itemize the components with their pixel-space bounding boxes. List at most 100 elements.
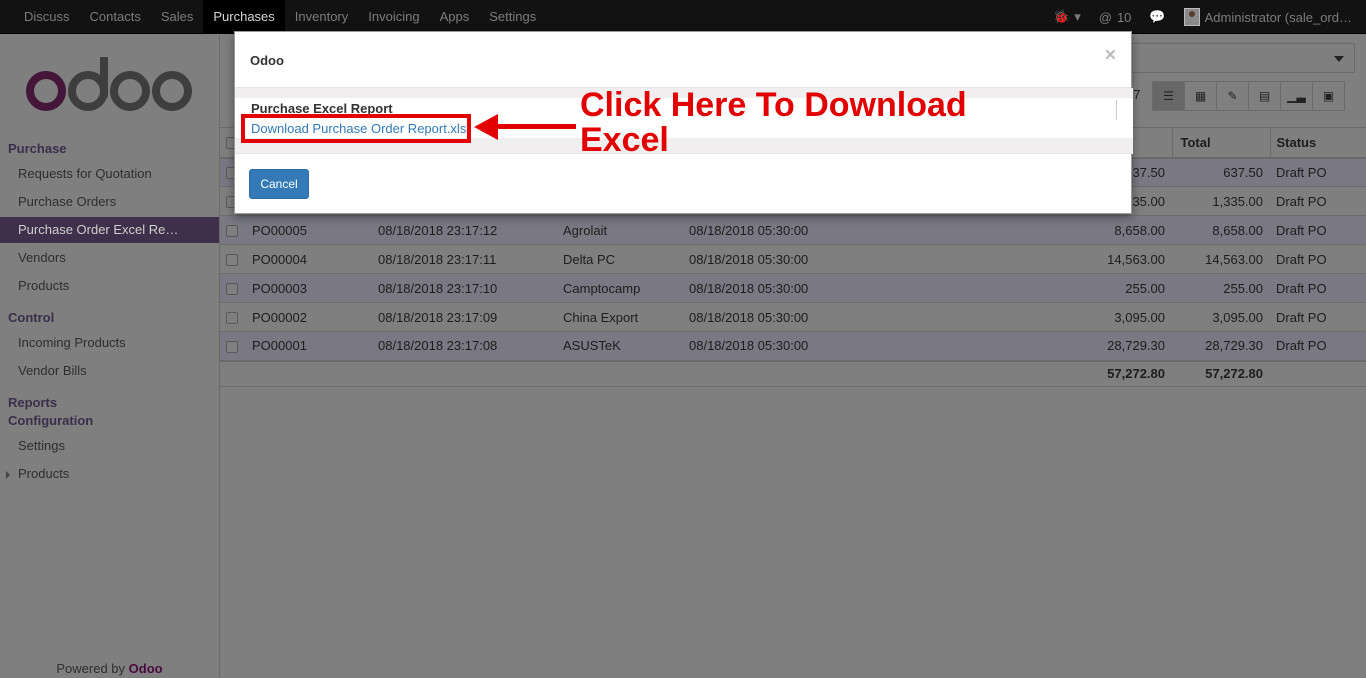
mentions-button[interactable]: @ 10 — [1099, 10, 1132, 25]
row-checkbox[interactable] — [226, 225, 238, 238]
powered-by: Powered by Odoo — [0, 661, 219, 676]
menu-apps[interactable]: Apps — [430, 0, 480, 34]
divider — [1116, 100, 1117, 120]
powered-by-text: Powered by — [56, 661, 129, 676]
table-footer-row: 57,272.80 57,272.80 — [220, 359, 1366, 387]
row-checkbox[interactable] — [226, 312, 238, 325]
table-row[interactable]: PO00001 08/18/2018 23:17:08 ASUSTeK 08/18/2… — [220, 331, 1366, 361]
top-menu: Discuss Contacts Sales Purchases Invento… — [14, 0, 546, 34]
sidebar-item-settings[interactable]: Settings — [0, 433, 219, 459]
cell-status: Draft PO — [1270, 157, 1366, 187]
caret-down-icon: ▾ — [1074, 9, 1081, 24]
messages-count: 10 — [1116, 9, 1132, 25]
row-checkbox-cell — [220, 331, 244, 361]
sidebar-item-products[interactable]: Products — [0, 273, 219, 299]
debug-menu[interactable]: 🐞 ▾ — [1053, 9, 1081, 25]
sidebar-section-control: Control — [8, 310, 55, 325]
sidebar-section-configuration: Configuration — [8, 413, 94, 428]
sidebar-item-incoming-products[interactable]: Incoming Products — [0, 330, 219, 356]
table-row[interactable]: PO00002 08/18/2018 23:17:09 China Export 08… — [220, 302, 1366, 332]
cell-order-date: 08/18/2018 23:17:08 — [370, 331, 555, 361]
cell-total: 8,658.00 — [1172, 215, 1270, 245]
row-checkbox[interactable] — [226, 283, 238, 296]
cell-untaxed: 14,563.00 — [941, 244, 1172, 274]
menu-contacts[interactable]: Contacts — [80, 0, 151, 34]
row-checkbox[interactable] — [226, 254, 238, 267]
column-header-status[interactable]: Status — [1269, 127, 1366, 159]
dialog-header: Odoo × — [235, 32, 1131, 88]
sidebar-item-config-products[interactable]: Products — [0, 461, 219, 487]
sidebar-item-vendor-bills[interactable]: Vendor Bills — [0, 358, 219, 384]
logo-d-shape — [68, 57, 108, 111]
footer-cell — [1270, 359, 1366, 387]
callout-text: Click Here To Download Excel — [580, 86, 967, 159]
sidebar-item-purchase-orders[interactable]: Purchase Orders — [0, 189, 219, 215]
cell-order-date: 08/18/2018 23:17:09 — [370, 302, 555, 332]
row-checkbox[interactable] — [226, 340, 238, 353]
table-icon: ▤ — [1258, 89, 1271, 103]
sidebar-item-label: Products — [18, 466, 70, 481]
cell-total: 14,563.00 — [1172, 244, 1270, 274]
sidebar-item-purchase-order-excel-report[interactable]: Purchase Order Excel Re… — [0, 217, 219, 243]
cell-reference: PO00003 — [244, 273, 370, 303]
cell-scheduled-date: 08/18/2018 05:30:00 — [681, 273, 941, 303]
cell-scheduled-date: 08/18/2018 05:30:00 — [681, 215, 941, 245]
footer-cell — [370, 359, 555, 387]
edit-icon: ✎ — [1227, 89, 1238, 103]
cell-status: Draft PO — [1270, 273, 1366, 303]
cancel-button[interactable]: Cancel — [249, 169, 309, 199]
form-view-button[interactable]: ✎ — [1216, 81, 1249, 111]
menu-settings[interactable]: Settings — [479, 0, 546, 34]
menu-sales[interactable]: Sales — [151, 0, 204, 34]
table-row[interactable]: PO00005 08/18/2018 23:17:12 Agrolait 08/18/… — [220, 215, 1366, 245]
column-header-total[interactable]: Total — [1171, 127, 1270, 159]
chat-button[interactable]: 💬 — [1149, 9, 1165, 25]
chat-icon: 💬 — [1149, 9, 1166, 24]
menu-inventory[interactable]: Inventory — [285, 0, 358, 34]
close-icon[interactable]: × — [1105, 46, 1116, 65]
sidebar-item-vendors[interactable]: Vendors — [0, 245, 219, 271]
menu-discuss[interactable]: Discuss — [14, 0, 80, 34]
sidebar-item-requests-for-quotation[interactable]: Requests for Quotation — [0, 161, 219, 187]
cell-vendor: Delta PC — [555, 244, 681, 274]
menu-purchases[interactable]: Purchases — [203, 0, 285, 34]
search-options-dropdown[interactable] — [1130, 43, 1355, 73]
odoo-logo[interactable] — [26, 57, 196, 115]
user-menu[interactable]: Administrator (sale_ord… — [1183, 8, 1352, 26]
cell-reference: PO00001 — [244, 331, 370, 361]
avatar — [1183, 8, 1200, 26]
bug-icon: 🐞 — [1053, 9, 1070, 24]
footer-cell — [220, 359, 244, 387]
cell-untaxed: 8,658.00 — [941, 215, 1172, 245]
cell-scheduled-date: 08/18/2018 05:30:00 — [681, 331, 941, 361]
kanban-icon: ▦ — [1194, 89, 1207, 103]
kanban-view-button[interactable]: ▦ — [1184, 81, 1217, 111]
row-checkbox-cell — [220, 273, 244, 303]
cell-total: 28,729.30 — [1172, 331, 1270, 361]
cell-vendor: China Export — [555, 302, 681, 332]
cell-scheduled-date: 08/18/2018 05:30:00 — [681, 244, 941, 274]
calendar-view-button[interactable]: ▣ — [1312, 81, 1345, 111]
table-row[interactable]: PO00004 08/18/2018 23:17:11 Delta PC 08/18/… — [220, 244, 1366, 274]
powered-by-link[interactable]: Odoo — [129, 661, 163, 676]
cell-untaxed: 3,095.00 — [941, 302, 1172, 332]
list-view-button[interactable]: ☰ — [1152, 81, 1185, 111]
view-switcher: ☰ ▦ ✎ ▤ ▁▃ ▣ — [1152, 81, 1345, 111]
graph-view-button[interactable]: ▁▃ — [1280, 81, 1313, 111]
cell-order-date: 08/18/2018 23:17:11 — [370, 244, 555, 274]
cell-order-date: 08/18/2018 23:17:10 — [370, 273, 555, 303]
table-row[interactable]: PO00003 08/18/2018 23:17:10 Camptocamp 08/1… — [220, 273, 1366, 303]
sidebar-section-reports[interactable]: Reports — [8, 395, 57, 410]
arrow-line — [490, 124, 576, 129]
menu-invoicing[interactable]: Invoicing — [358, 0, 429, 34]
user-name: Administrator (sale_ord… — [1204, 9, 1352, 25]
cell-reference: PO00002 — [244, 302, 370, 332]
pivot-view-button[interactable]: ▤ — [1248, 81, 1281, 111]
caret-down-icon — [1334, 56, 1344, 62]
cell-status: Draft PO — [1270, 244, 1366, 274]
footer-total-sum: 57,272.80 — [1172, 359, 1270, 387]
list-icon: ☰ — [1163, 89, 1174, 103]
cell-vendor: ASUSTeK — [555, 331, 681, 361]
logo-o-shape — [26, 71, 66, 111]
cell-scheduled-date: 08/18/2018 05:30:00 — [681, 302, 941, 332]
